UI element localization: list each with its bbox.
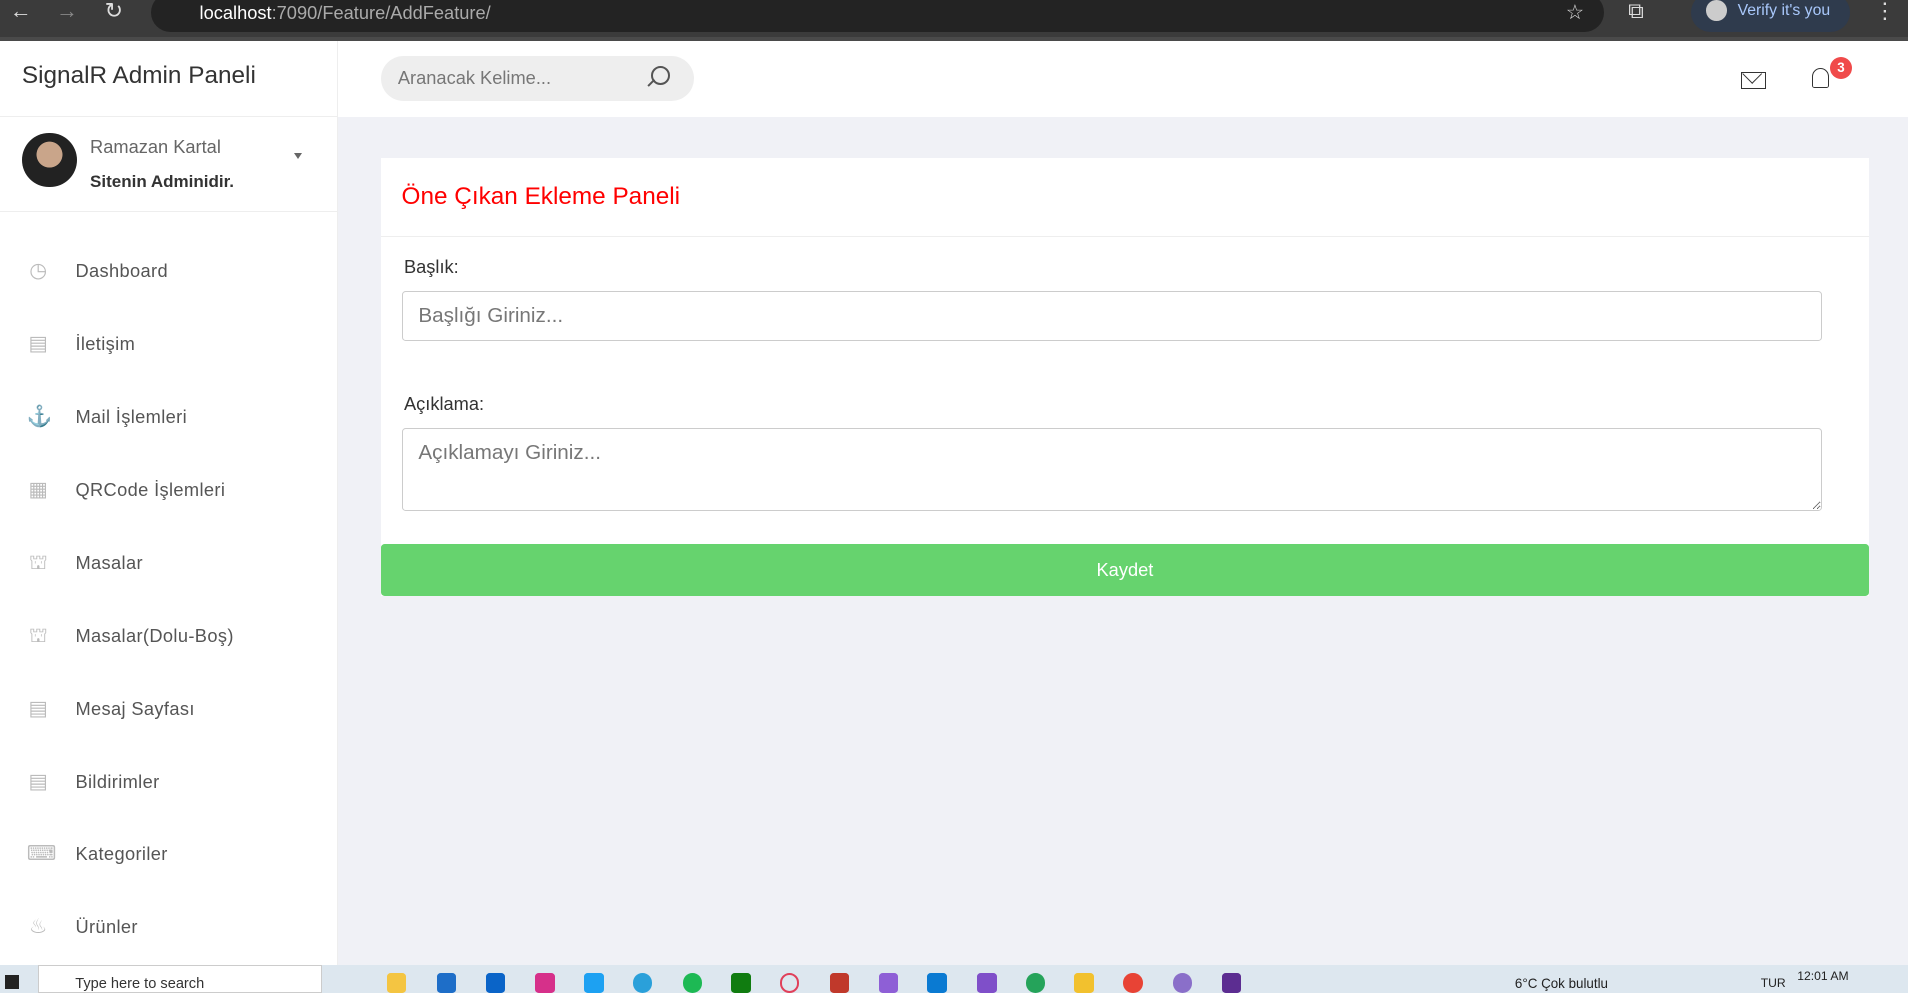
forward-icon[interactable]: →: [56, 0, 78, 22]
qrcode-icon: ▦: [28, 478, 49, 502]
avatar: [21, 132, 77, 188]
star-icon[interactable]: ☆: [1566, 0, 1585, 25]
notification-badge: 3: [1830, 57, 1852, 80]
extensions-icon[interactable]: ⧉: [1628, 0, 1644, 22]
mail-icon[interactable]: [1741, 71, 1766, 89]
title-input[interactable]: [401, 290, 1822, 341]
instagram-icon[interactable]: [535, 973, 555, 993]
verify-label: Verify it's you: [1737, 2, 1831, 20]
browser-toolbar: ← → ↻ localhost:7090/Feature/AddFeature/…: [0, 0, 1908, 42]
xbox-icon[interactable]: [731, 973, 751, 993]
sidebar-item-kategoriler[interactable]: ⌨ Kategoriler: [0, 830, 338, 879]
app-icon[interactable]: [1074, 973, 1094, 993]
sidebar-item-masalar-durum[interactable]: ⛫ Masalar(Dolu-Boş): [0, 612, 338, 661]
table-icon: ⛫: [28, 551, 48, 575]
taskbar-search-placeholder: Type here to search: [75, 975, 205, 992]
page-icon: ▤: [28, 770, 49, 794]
sidebar-item-label: Dashboard: [75, 260, 169, 282]
search-input[interactable]: [380, 55, 694, 101]
keyboard-icon: ⌨: [26, 842, 57, 865]
opera-icon[interactable]: [779, 973, 800, 993]
telegram-icon[interactable]: [632, 973, 653, 993]
windows-taskbar: Type here to search 6°C Çok bulutlu TUR …: [0, 964, 1908, 993]
dashboard-icon: ◷: [29, 259, 48, 283]
whatsapp-icon[interactable]: [1025, 973, 1046, 993]
visual-studio-icon[interactable]: [878, 973, 898, 993]
sidebar-item-label: Masalar(Dolu-Boş): [75, 625, 234, 647]
verify-button[interactable]: Verify it's you: [1691, 0, 1850, 32]
sidebar-item-qrcode[interactable]: ▦ QRCode İşlemleri: [0, 466, 338, 515]
sidebar-item-mail[interactable]: ⚓ Mail İşlemleri: [0, 393, 338, 442]
outlook-icon[interactable]: [485, 973, 505, 993]
url-host: localhost: [199, 2, 272, 24]
sidebar-item-iletisim[interactable]: ▤ İletişim: [0, 320, 338, 369]
menu-icon[interactable]: ⋮: [1874, 0, 1896, 22]
sidebar-item-dashboard[interactable]: ◷ Dashboard: [0, 247, 338, 296]
language-indicator[interactable]: TUR: [1761, 976, 1786, 990]
description-label: Açıklama:: [403, 393, 485, 414]
sidebar: SignalR Admin Paneli Ramazan Kartal Site…: [0, 41, 339, 965]
file-explorer-icon[interactable]: [386, 973, 407, 993]
page-icon: ▤: [28, 332, 49, 356]
sidebar-item-bildirimler[interactable]: ▤ Bildirimler: [0, 758, 338, 807]
save-button[interactable]: Kaydet: [380, 543, 1869, 597]
app-icon[interactable]: [829, 973, 850, 993]
twitter-icon[interactable]: [584, 973, 604, 993]
sidebar-item-label: Bildirimler: [75, 771, 160, 793]
back-icon[interactable]: ←: [10, 0, 32, 22]
description-textarea[interactable]: [401, 428, 1822, 512]
sidebar-item-label: Mesaj Sayfası: [75, 698, 195, 720]
url-path: :7090/Feature/AddFeature/: [271, 2, 491, 24]
windows-start-icon[interactable]: [4, 974, 20, 990]
table-icon: ⛫: [28, 624, 48, 648]
user-role: Sitenin Adminidir.: [90, 171, 235, 191]
sidebar-item-label: Ürünler: [75, 916, 138, 938]
weather-text[interactable]: 6°C Çok bulutlu: [1515, 976, 1608, 991]
top-header: 3: [338, 41, 1908, 117]
reload-icon[interactable]: ↻: [105, 0, 123, 22]
title-label: Başlık:: [403, 255, 459, 277]
brand-title[interactable]: SignalR Admin Paneli: [0, 41, 338, 117]
address-bar[interactable]: localhost:7090/Feature/AddFeature/ ☆: [150, 0, 1604, 32]
visual-studio-icon[interactable]: [977, 973, 997, 993]
sidebar-item-label: Mail İşlemleri: [75, 406, 188, 428]
chevron-down-icon[interactable]: [294, 153, 303, 160]
tor-icon[interactable]: [1172, 973, 1193, 993]
sidebar-item-label: QRCode İşlemleri: [75, 479, 226, 501]
spotify-icon[interactable]: [682, 973, 703, 993]
sidebar-item-masalar[interactable]: ⛫ Masalar: [0, 539, 338, 588]
sidebar-item-label: İletişim: [75, 333, 136, 355]
store-icon[interactable]: [436, 973, 457, 993]
sidebar-item-urunler[interactable]: ♨ Ürünler: [0, 903, 338, 952]
add-feature-card: Öne Çıkan Ekleme Paneli Başlık: Açıklama…: [380, 158, 1869, 597]
user-panel[interactable]: Ramazan Kartal Sitenin Adminidir.: [0, 117, 338, 212]
taskbar-search[interactable]: Type here to search: [37, 964, 323, 993]
user-name: Ramazan Kartal: [90, 136, 221, 158]
page-icon: ▤: [28, 697, 49, 721]
sidebar-item-label: Masalar: [75, 552, 143, 574]
cake-icon: ♨: [29, 915, 48, 938]
vscode-icon[interactable]: [927, 973, 947, 993]
anchor-icon: ⚓: [26, 405, 53, 429]
bell-icon[interactable]: [1811, 68, 1829, 88]
sidebar-item-mesaj[interactable]: ▤ Mesaj Sayfası: [0, 685, 338, 734]
clock[interactable]: 12:01 AM: [1797, 969, 1848, 983]
profile-icon: [1705, 0, 1727, 21]
app-icon[interactable]: [1221, 973, 1242, 993]
sidebar-item-label: Kategoriler: [75, 843, 168, 865]
chrome-icon[interactable]: [1123, 973, 1143, 993]
page-title: Öne Çıkan Ekleme Paneli: [380, 158, 1869, 238]
